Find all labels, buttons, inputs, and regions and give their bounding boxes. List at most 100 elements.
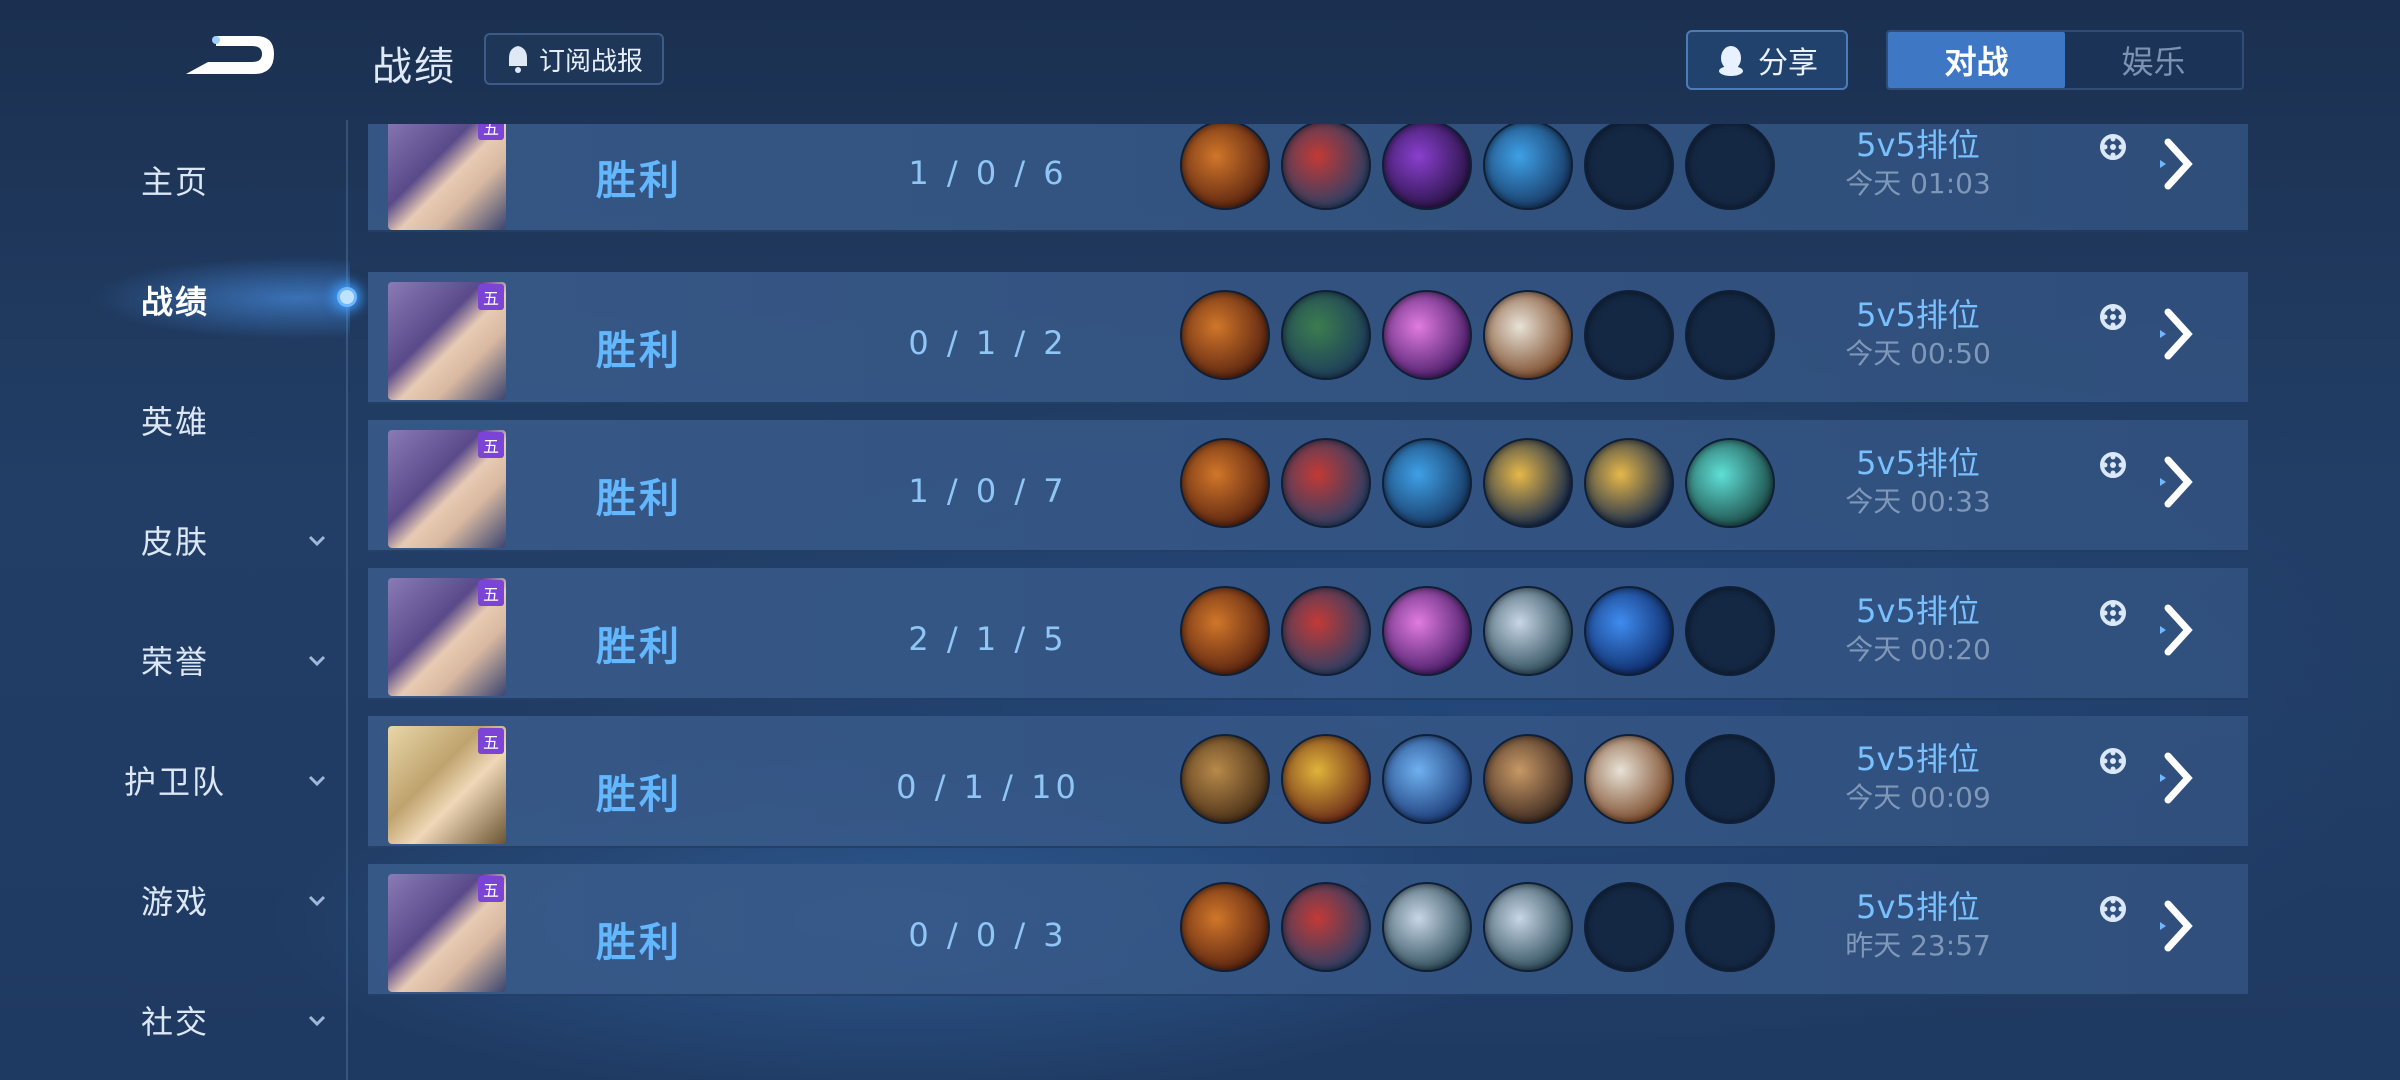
match-result: 胜利 bbox=[596, 920, 682, 966]
empty-item-slot bbox=[1584, 882, 1674, 972]
match-result: 胜利 bbox=[596, 624, 682, 670]
chevron-right-icon[interactable] bbox=[2154, 450, 2200, 514]
orange-cloak-item-icon bbox=[1180, 586, 1270, 676]
replay-icon[interactable] bbox=[2096, 300, 2130, 334]
chevron-down-icon bbox=[308, 535, 326, 547]
chevron-right-icon[interactable] bbox=[2154, 302, 2200, 366]
record-row[interactable]: 五 胜利 1 / 0 / 6 5v5排位 今天 01:03 bbox=[368, 124, 2248, 232]
replay-icon[interactable] bbox=[2096, 448, 2130, 482]
chevron-down-icon bbox=[308, 1015, 326, 1027]
replay-icon[interactable] bbox=[2096, 744, 2130, 778]
bell-icon bbox=[508, 46, 527, 73]
amulet-item-icon bbox=[1483, 438, 1573, 528]
chevron-down-icon bbox=[308, 895, 326, 907]
record-row[interactable]: 五 胜利 0 / 1 / 10 5v5排位 今天 00:09 bbox=[368, 716, 2248, 848]
sidebar-item-label: 战绩 bbox=[140, 283, 209, 321]
match-mode: 5v5排位 bbox=[1856, 592, 1980, 630]
equipment-items bbox=[1180, 734, 1775, 824]
red-boots-item-icon bbox=[1281, 586, 1371, 676]
match-mode: 5v5排位 bbox=[1856, 126, 1980, 164]
share-button[interactable]: 分享 bbox=[1686, 30, 1848, 90]
sidebar-item-skins[interactable]: 皮肤 bbox=[0, 510, 350, 570]
tab-entertainment[interactable]: 娱乐 bbox=[2065, 32, 2242, 88]
hero-avatar: 五 bbox=[388, 578, 506, 696]
replay-icon[interactable] bbox=[2096, 130, 2130, 164]
tab-battle[interactable]: 对战 bbox=[1888, 32, 2065, 88]
hero-avatar: 五 bbox=[388, 124, 506, 230]
kda-text: 0 / 1 / 10 bbox=[896, 768, 1080, 806]
empty-item-slot bbox=[1685, 882, 1775, 972]
match-time: 今天 00:20 bbox=[1845, 633, 1991, 666]
back-logo-icon[interactable] bbox=[178, 30, 278, 82]
hero-avatar: 五 bbox=[388, 282, 506, 400]
record-row[interactable]: 五 胜利 0 / 0 / 3 5v5排位 昨天 23:57 bbox=[368, 864, 2248, 996]
amulet-item-icon bbox=[1584, 438, 1674, 528]
chevron-down-icon bbox=[308, 775, 326, 787]
kda-text: 0 / 0 / 3 bbox=[908, 916, 1068, 954]
match-mode: 5v5排位 bbox=[1856, 444, 1980, 482]
record-row[interactable]: 五 胜利 0 / 1 / 2 5v5排位 今天 00:50 bbox=[368, 272, 2248, 404]
rank-badge: 五 bbox=[478, 124, 504, 140]
empty-item-slot bbox=[1685, 734, 1775, 824]
match-time: 今天 00:09 bbox=[1845, 781, 1991, 814]
teal-staff-item-icon bbox=[1685, 438, 1775, 528]
share-label: 分享 bbox=[1758, 46, 1818, 81]
record-row[interactable]: 五 胜利 2 / 1 / 5 5v5排位 今天 00:20 bbox=[368, 568, 2248, 700]
sidebar-item-label: 游戏 bbox=[140, 883, 209, 921]
replay-icon[interactable] bbox=[2096, 892, 2130, 926]
record-row[interactable]: 五 胜利 1 / 0 / 7 5v5排位 今天 00:33 bbox=[368, 420, 2248, 552]
equipment-items bbox=[1180, 438, 1775, 528]
hero-avatar: 五 bbox=[388, 874, 506, 992]
empty-item-slot bbox=[1584, 290, 1674, 380]
silver-bracer-item-icon bbox=[1483, 586, 1573, 676]
chevron-down-icon bbox=[308, 655, 326, 667]
match-time: 今天 01:03 bbox=[1845, 167, 1991, 200]
match-mode: 5v5排位 bbox=[1856, 296, 1980, 334]
orange-cloak-item-icon bbox=[1180, 124, 1270, 210]
hero-avatar: 五 bbox=[388, 430, 506, 548]
sidebar-item-label: 社交 bbox=[140, 1003, 209, 1041]
match-result: 胜利 bbox=[596, 772, 682, 818]
wood-shield-item-icon bbox=[1180, 734, 1270, 824]
blue-orb-item-icon bbox=[1382, 438, 1472, 528]
empty-item-slot bbox=[1584, 124, 1674, 210]
page-title: 战绩 bbox=[372, 44, 456, 90]
purple-armor-item-icon bbox=[1382, 124, 1472, 210]
replay-icon[interactable] bbox=[2096, 596, 2130, 630]
rank-badge: 五 bbox=[478, 432, 504, 458]
kda-text: 2 / 1 / 5 bbox=[908, 620, 1068, 658]
red-boots-item-icon bbox=[1281, 438, 1371, 528]
red-boots-item-icon bbox=[1281, 124, 1371, 210]
rank-badge: 五 bbox=[478, 876, 504, 902]
sidebar-item-home[interactable]: 主页 bbox=[0, 150, 350, 210]
sidebar-item-honor[interactable]: 荣誉 bbox=[0, 630, 350, 690]
records-list: 五 胜利 1 / 0 / 6 5v5排位 今天 01:03 五 胜利 0 / 1… bbox=[368, 124, 2248, 1080]
match-time: 昨天 23:57 bbox=[1845, 929, 1991, 962]
chevron-right-icon[interactable] bbox=[2154, 132, 2200, 196]
gold-boots-item-icon bbox=[1281, 734, 1371, 824]
chevron-right-icon[interactable] bbox=[2154, 894, 2200, 958]
sidebar-item-guard-team[interactable]: 护卫队 bbox=[0, 750, 350, 810]
rank-badge: 五 bbox=[478, 580, 504, 606]
subscribe-report-button[interactable]: 订阅战报 bbox=[484, 33, 664, 85]
blue-blade-item-icon bbox=[1584, 586, 1674, 676]
red-boots-item-icon bbox=[1281, 882, 1371, 972]
empty-item-slot bbox=[1685, 124, 1775, 210]
rank-badge: 五 bbox=[478, 284, 504, 310]
sidebar-item-social[interactable]: 社交 bbox=[0, 990, 350, 1050]
kda-text: 0 / 1 / 2 bbox=[908, 324, 1068, 362]
match-mode: 5v5排位 bbox=[1856, 740, 1980, 778]
sidebar-item-records[interactable]: 战绩 bbox=[0, 270, 350, 330]
sidebar-item-heroes[interactable]: 英雄 bbox=[0, 390, 350, 450]
chevron-right-icon[interactable] bbox=[2154, 746, 2200, 810]
app-root: 战绩 订阅战报 分享 对战 娱乐 主页 战绩 英雄 皮肤 荣誉 护卫队 游戏 社… bbox=[0, 0, 2400, 1080]
sidebar-item-label: 主页 bbox=[140, 163, 209, 201]
subscribe-label: 订阅战报 bbox=[538, 46, 643, 77]
hourglass-item-icon bbox=[1382, 734, 1472, 824]
hero-avatar: 五 bbox=[388, 726, 506, 844]
sidebar-item-game[interactable]: 游戏 bbox=[0, 870, 350, 930]
chevron-right-icon[interactable] bbox=[2154, 598, 2200, 662]
equipment-items bbox=[1180, 124, 1775, 210]
orange-cloak-item-icon bbox=[1180, 290, 1270, 380]
empty-item-slot bbox=[1685, 586, 1775, 676]
